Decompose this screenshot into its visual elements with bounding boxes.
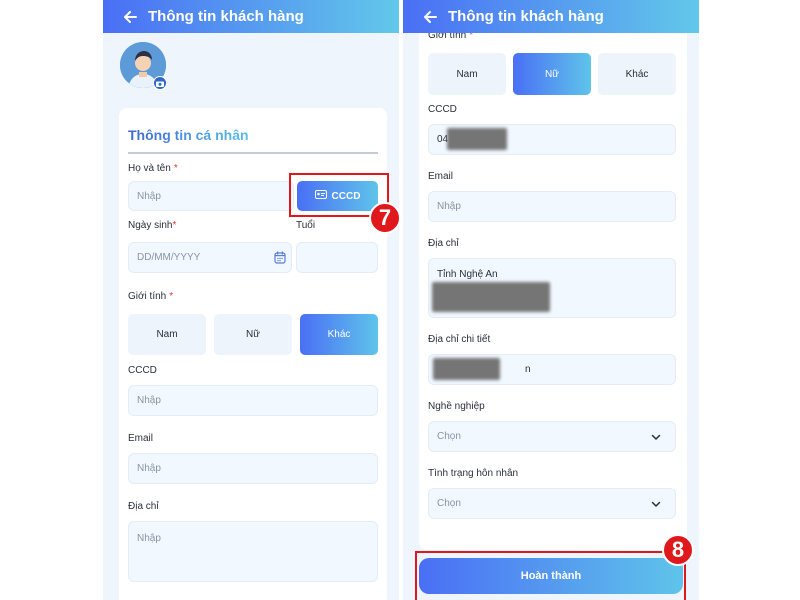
chevron-down-icon — [651, 432, 661, 442]
app-header: Thông tin khách hàng — [403, 0, 699, 33]
gender-option-khac[interactable]: Khác — [598, 53, 676, 95]
occupation-label: Nghề nghiệp — [428, 401, 485, 412]
full-name-label: Họ và tên * — [128, 163, 178, 174]
section-divider — [128, 152, 378, 154]
redacted-address — [432, 282, 550, 312]
address-input[interactable]: Nhập — [128, 521, 378, 582]
camera-icon[interactable] — [153, 76, 167, 90]
marital-status-select[interactable]: Chọn — [428, 488, 676, 519]
cccd-label: CCCD — [428, 104, 457, 115]
app-header: Thông tin khách hàng — [103, 0, 399, 33]
back-arrow-icon[interactable] — [118, 5, 142, 29]
email-label: Email — [128, 433, 154, 444]
occupation-select[interactable]: Chọn — [428, 421, 676, 452]
back-arrow-icon[interactable] — [418, 5, 442, 29]
full-name-input[interactable]: Nhập — [128, 181, 294, 211]
header-title: Thông tin khách hàng — [448, 8, 604, 25]
section-title: Thông tin cá nhân — [128, 127, 249, 143]
age-input[interactable] — [296, 242, 378, 273]
gender-option-nam[interactable]: Nam — [128, 314, 206, 355]
gender-label: Giới tính * — [128, 291, 174, 302]
birth-date-input[interactable]: DD/MM/YYYY — [128, 242, 292, 273]
email-input[interactable]: Nhập — [428, 191, 676, 222]
address-detail-label: Địa chỉ chi tiết — [428, 334, 491, 345]
gender-option-nam[interactable]: Nam — [428, 53, 506, 95]
step-badge-7: 7 — [369, 202, 399, 234]
marital-status-label: Tình trạng hôn nhân — [428, 468, 519, 479]
address-label: Địa chỉ — [128, 501, 159, 512]
gender-option-nu[interactable]: Nữ — [513, 53, 591, 95]
cccd-label: CCCD — [128, 365, 157, 376]
highlight-box-submit — [415, 551, 686, 600]
right-phone-screen: Giới tính * Nam Nữ Khác CCCD 04 Email Nhậ… — [403, 0, 699, 600]
header-title: Thông tin khách hàng — [148, 8, 304, 25]
gender-option-nu[interactable]: Nữ — [214, 314, 292, 355]
birth-date-label: Ngày sinh* — [128, 220, 177, 231]
left-phone-screen: Thông tin khách hàng Thông tin cá nhân H… — [103, 0, 399, 600]
gender-option-khac[interactable]: Khác — [300, 314, 378, 355]
email-label: Email — [428, 171, 454, 182]
step-badge-8: 8 — [662, 534, 694, 566]
email-input[interactable]: Nhập — [128, 453, 378, 484]
redacted-address-detail — [433, 358, 500, 380]
address-label: Địa chỉ — [428, 238, 459, 249]
cccd-input[interactable]: Nhập — [128, 385, 378, 416]
age-label: Tuổi — [296, 220, 316, 231]
chevron-down-icon — [651, 499, 661, 509]
calendar-icon[interactable] — [274, 251, 286, 267]
redacted-cccd — [447, 128, 507, 150]
